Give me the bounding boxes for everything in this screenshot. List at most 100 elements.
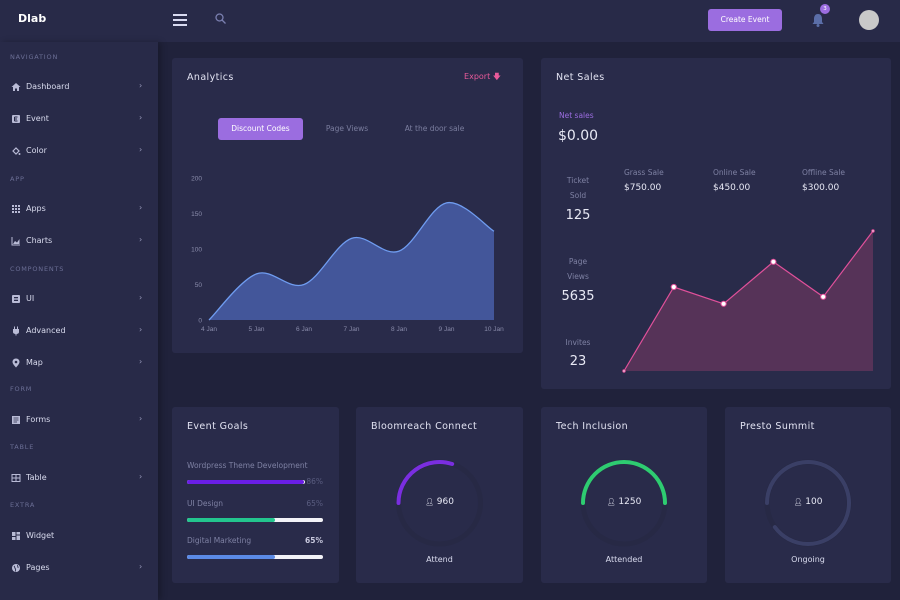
form-icon	[12, 416, 20, 424]
chevron-right-icon: ›	[139, 562, 143, 571]
count-value: 1250	[618, 497, 642, 507]
data-point	[622, 369, 626, 373]
sidebar-item-label: Event	[26, 114, 49, 123]
sidebar-item-label: Widget	[26, 531, 55, 540]
user-icon: 👤︎	[606, 498, 616, 506]
goal-progress-fill	[187, 480, 304, 484]
area-fill	[209, 202, 494, 320]
chevron-right-icon: ›	[139, 325, 143, 334]
net-sales-value: $0.00	[558, 128, 599, 144]
goal-name: Wordpress Theme Development	[187, 461, 308, 470]
sidebar-item-pages[interactable]: Pages ›	[0, 559, 158, 579]
section-label-app: APP	[10, 175, 25, 183]
chevron-right-icon: ›	[139, 472, 143, 481]
avatar[interactable]	[859, 10, 879, 30]
sidebar-item-advanced[interactable]: Advanced ›	[0, 322, 158, 342]
sidebar-item-charts[interactable]: Charts ›	[0, 232, 158, 252]
sidebar-item-label: Color	[26, 146, 47, 155]
offline-sale-label: Offline Sale	[802, 168, 846, 177]
sidebar-item-label: Pages	[26, 563, 50, 572]
net-sales-label: Net sales	[559, 111, 594, 120]
page-views-label-line1: Page	[568, 257, 588, 266]
sidebar-item-ui[interactable]: UI ›	[0, 290, 158, 310]
plug-icon	[13, 326, 19, 336]
x-tick-label: 9 Jan	[439, 326, 455, 333]
goal-progress-bar	[187, 480, 305, 484]
event-card-tech-inclusion[interactable]: Tech Inclusion 👤︎ 1250 Attended	[541, 407, 707, 583]
gross-sale-value: $750.00	[624, 183, 662, 193]
section-label-table: TABLE	[10, 443, 35, 451]
event-status: Attend	[426, 555, 453, 564]
section-label-components: COMPONENTS	[10, 265, 65, 273]
area-fill	[624, 231, 873, 371]
user-icon: 👤︎	[425, 498, 434, 506]
top-bar: Dlab Create Event 3	[0, 0, 900, 42]
y-tick-label: 0	[198, 318, 202, 325]
gross-sale-label: Grass Sale	[624, 168, 664, 177]
event-goals-title: Event Goals	[187, 421, 249, 432]
event-title: Presto Summit	[740, 421, 815, 432]
data-point	[670, 283, 677, 291]
analytics-title: Analytics	[187, 72, 234, 83]
chevron-right-icon: ›	[139, 203, 143, 212]
sidebar-item-map[interactable]: Map ›	[0, 354, 158, 374]
section-label-navigation: NAVIGATION	[10, 53, 59, 61]
goal-progress-fill	[187, 518, 276, 522]
y-tick-label: 50	[195, 282, 203, 289]
y-tick-label: 200	[191, 176, 202, 183]
net-sales-card: Net Sales Net sales $0.00 Ticket Sold 12…	[541, 58, 891, 389]
sidebar: NAVIGATION Dashboard › Event › Color › A…	[0, 42, 158, 600]
attendee-count: 👤︎ 100	[725, 497, 891, 507]
y-tick-label: 100	[191, 247, 202, 254]
sidebar-item-table[interactable]: Table ›	[0, 469, 158, 489]
chevron-right-icon: ›	[139, 414, 143, 423]
goal-progress-fill	[187, 555, 276, 559]
tab-at-the-door-sale[interactable]: At the door sale	[392, 118, 477, 140]
sidebar-item-widget[interactable]: Widget	[0, 527, 158, 547]
export-button[interactable]: Export 🡇	[464, 71, 501, 85]
tab-discount-codes[interactable]: Discount Codes	[218, 118, 303, 140]
net-sales-area-chart	[622, 229, 875, 373]
ticket-sold-label-line2: Sold	[569, 191, 587, 200]
event-title: Tech Inclusion	[556, 421, 629, 432]
online-sale-label: Online Sale	[713, 168, 756, 177]
ui-box-icon	[12, 295, 20, 303]
globe-icon	[12, 564, 20, 572]
page-views-label-line2: Views	[567, 272, 589, 281]
x-tick-label: 8 Jan	[391, 326, 407, 333]
page-views-value: 5635	[561, 289, 595, 304]
chevron-right-icon: ›	[139, 357, 143, 366]
count-value: 960	[436, 497, 454, 507]
tab-page-views[interactable]: Page Views	[312, 118, 382, 140]
data-point	[720, 300, 727, 307]
sidebar-item-label: Forms	[26, 415, 51, 424]
search-icon[interactable]	[214, 12, 228, 26]
download-arrow-icon: 🡇	[492, 72, 501, 81]
chevron-right-icon: ›	[139, 113, 143, 122]
sidebar-item-forms[interactable]: Forms ›	[0, 411, 158, 431]
ticket-sold-value: 125	[565, 208, 591, 223]
sidebar-item-dashboard[interactable]: Dashboard ›	[0, 78, 158, 98]
section-label-form: FORM	[10, 385, 33, 393]
menu-toggle-icon[interactable]	[173, 14, 187, 26]
sidebar-item-color[interactable]: Color ›	[0, 142, 158, 162]
online-sale-value: $450.00	[713, 183, 751, 193]
sidebar-item-label: Apps	[26, 204, 46, 213]
chevron-right-icon: ›	[139, 81, 143, 90]
sidebar-item-event[interactable]: Event ›	[0, 110, 158, 130]
event-card-presto-summit[interactable]: Presto Summit 👤︎ 100 Ongoing	[725, 407, 891, 583]
analytics-card: Analytics Export 🡇 Discount Codes Page V…	[172, 58, 523, 353]
goal-percent: 65%	[306, 499, 323, 508]
event-card-bloomreach[interactable]: Bloomreach Connect 👤︎ 960 Attend	[356, 407, 523, 583]
goal-progress-bar	[187, 518, 323, 522]
sidebar-item-apps[interactable]: Apps ›	[0, 200, 158, 220]
brand-logo[interactable]: Dlab	[18, 12, 46, 25]
bell-icon[interactable]	[811, 12, 825, 28]
goal-progress-bar	[187, 555, 323, 559]
x-tick-label: 10 Jan	[484, 326, 504, 333]
y-tick-label: 150	[191, 211, 202, 218]
grid-icon	[12, 205, 20, 213]
notification-badge: 3	[820, 4, 830, 14]
section-label-extra: EXTRA	[10, 501, 36, 509]
create-event-button[interactable]: Create Event	[708, 9, 782, 31]
